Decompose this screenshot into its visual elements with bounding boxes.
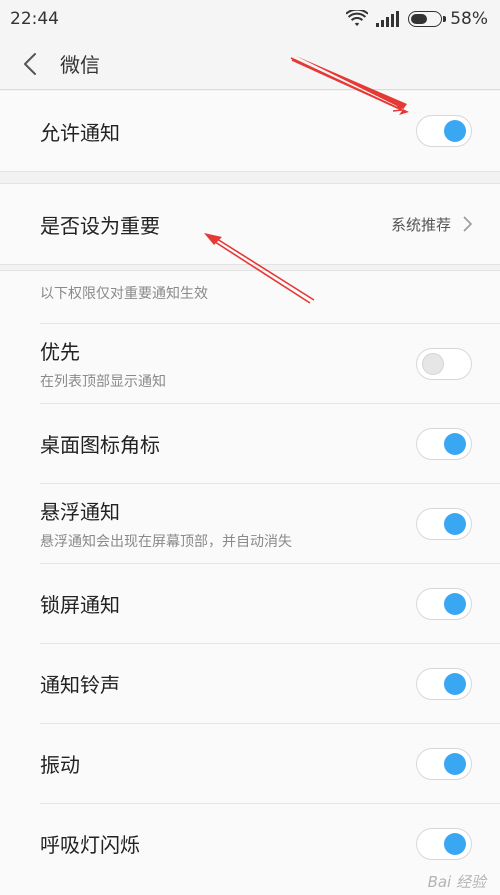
- battery-icon: [408, 11, 447, 27]
- list-item-sub: 在列表顶部显示通知: [40, 374, 166, 390]
- toggle-knob: [444, 832, 466, 855]
- battery-percent: 58%: [450, 9, 488, 29]
- toggle-knob: [444, 432, 466, 455]
- app-bar: 微信: [0, 38, 500, 90]
- list-item-label: 通知铃声: [40, 673, 120, 697]
- back-button[interactable]: [0, 38, 60, 90]
- toggle-knob: [444, 592, 466, 615]
- list-item-breathing-light[interactable]: 呼吸灯闪烁: [0, 804, 500, 883]
- list-item-lockscreen[interactable]: 锁屏通知: [0, 564, 500, 643]
- signal-icon: [376, 11, 400, 27]
- list-item-label: 悬浮通知: [40, 500, 120, 524]
- status-icons: 58%: [346, 9, 488, 29]
- priority-toggle[interactable]: [416, 347, 472, 380]
- set-important-label: 是否设为重要: [40, 213, 160, 238]
- allow-notifications-card: 允许通知: [0, 91, 500, 172]
- list-item-sub: 悬浮通知会出现在屏幕顶部，并自动消失: [40, 534, 292, 550]
- chevron-right-icon: [463, 216, 472, 232]
- list-item-label: 桌面图标角标: [40, 433, 160, 457]
- list-item-desktop-badge[interactable]: 桌面图标角标: [0, 404, 500, 483]
- floating-notification-toggle[interactable]: [416, 507, 472, 540]
- list-item-ringtone[interactable]: 通知铃声: [0, 644, 500, 723]
- page-title: 微信: [60, 53, 100, 77]
- list-item-floating[interactable]: 悬浮通知 悬浮通知会出现在屏幕顶部，并自动消失: [0, 484, 500, 563]
- toggle-knob: [422, 352, 444, 375]
- wifi-icon: [346, 10, 369, 26]
- lockscreen-toggle[interactable]: [416, 587, 472, 620]
- allow-notifications-label: 允许通知: [40, 120, 120, 145]
- ringtone-toggle[interactable]: [416, 667, 472, 700]
- list-item-label: 呼吸灯闪烁: [40, 833, 140, 857]
- list-item-label: 振动: [40, 753, 80, 777]
- vibrate-toggle[interactable]: [416, 747, 472, 780]
- list-item-label: 优先: [40, 340, 80, 364]
- watermark: Bai 经验: [427, 873, 486, 891]
- list-item-label: 锁屏通知: [40, 593, 120, 617]
- desktop-badge-toggle[interactable]: [416, 427, 472, 460]
- important-card: 是否设为重要 系统推荐: [0, 183, 500, 265]
- status-time: 22:44: [10, 9, 59, 29]
- allow-notifications-toggle[interactable]: [416, 115, 472, 147]
- list-item-priority[interactable]: 优先 在列表顶部显示通知: [0, 324, 500, 403]
- list-item-vibrate[interactable]: 振动: [0, 724, 500, 803]
- section-header: 以下权限仅对重要通知生效: [40, 286, 208, 302]
- breathing-light-toggle[interactable]: [416, 827, 472, 860]
- allow-notifications-row[interactable]: 允许通知: [0, 91, 500, 171]
- set-important-row[interactable]: 是否设为重要 系统推荐: [0, 184, 500, 264]
- toggle-knob: [444, 752, 466, 775]
- permissions-list: 以下权限仅对重要通知生效 优先 在列表顶部显示通知 桌面图标角标 悬浮通知 悬浮…: [0, 270, 500, 895]
- back-arrow-icon: [24, 52, 36, 75]
- toggle-knob: [444, 120, 466, 142]
- toggle-knob: [444, 672, 466, 695]
- status-bar: 22:44 58%: [0, 0, 500, 38]
- set-important-value: 系统推荐: [390, 215, 451, 234]
- toggle-knob: [444, 512, 466, 535]
